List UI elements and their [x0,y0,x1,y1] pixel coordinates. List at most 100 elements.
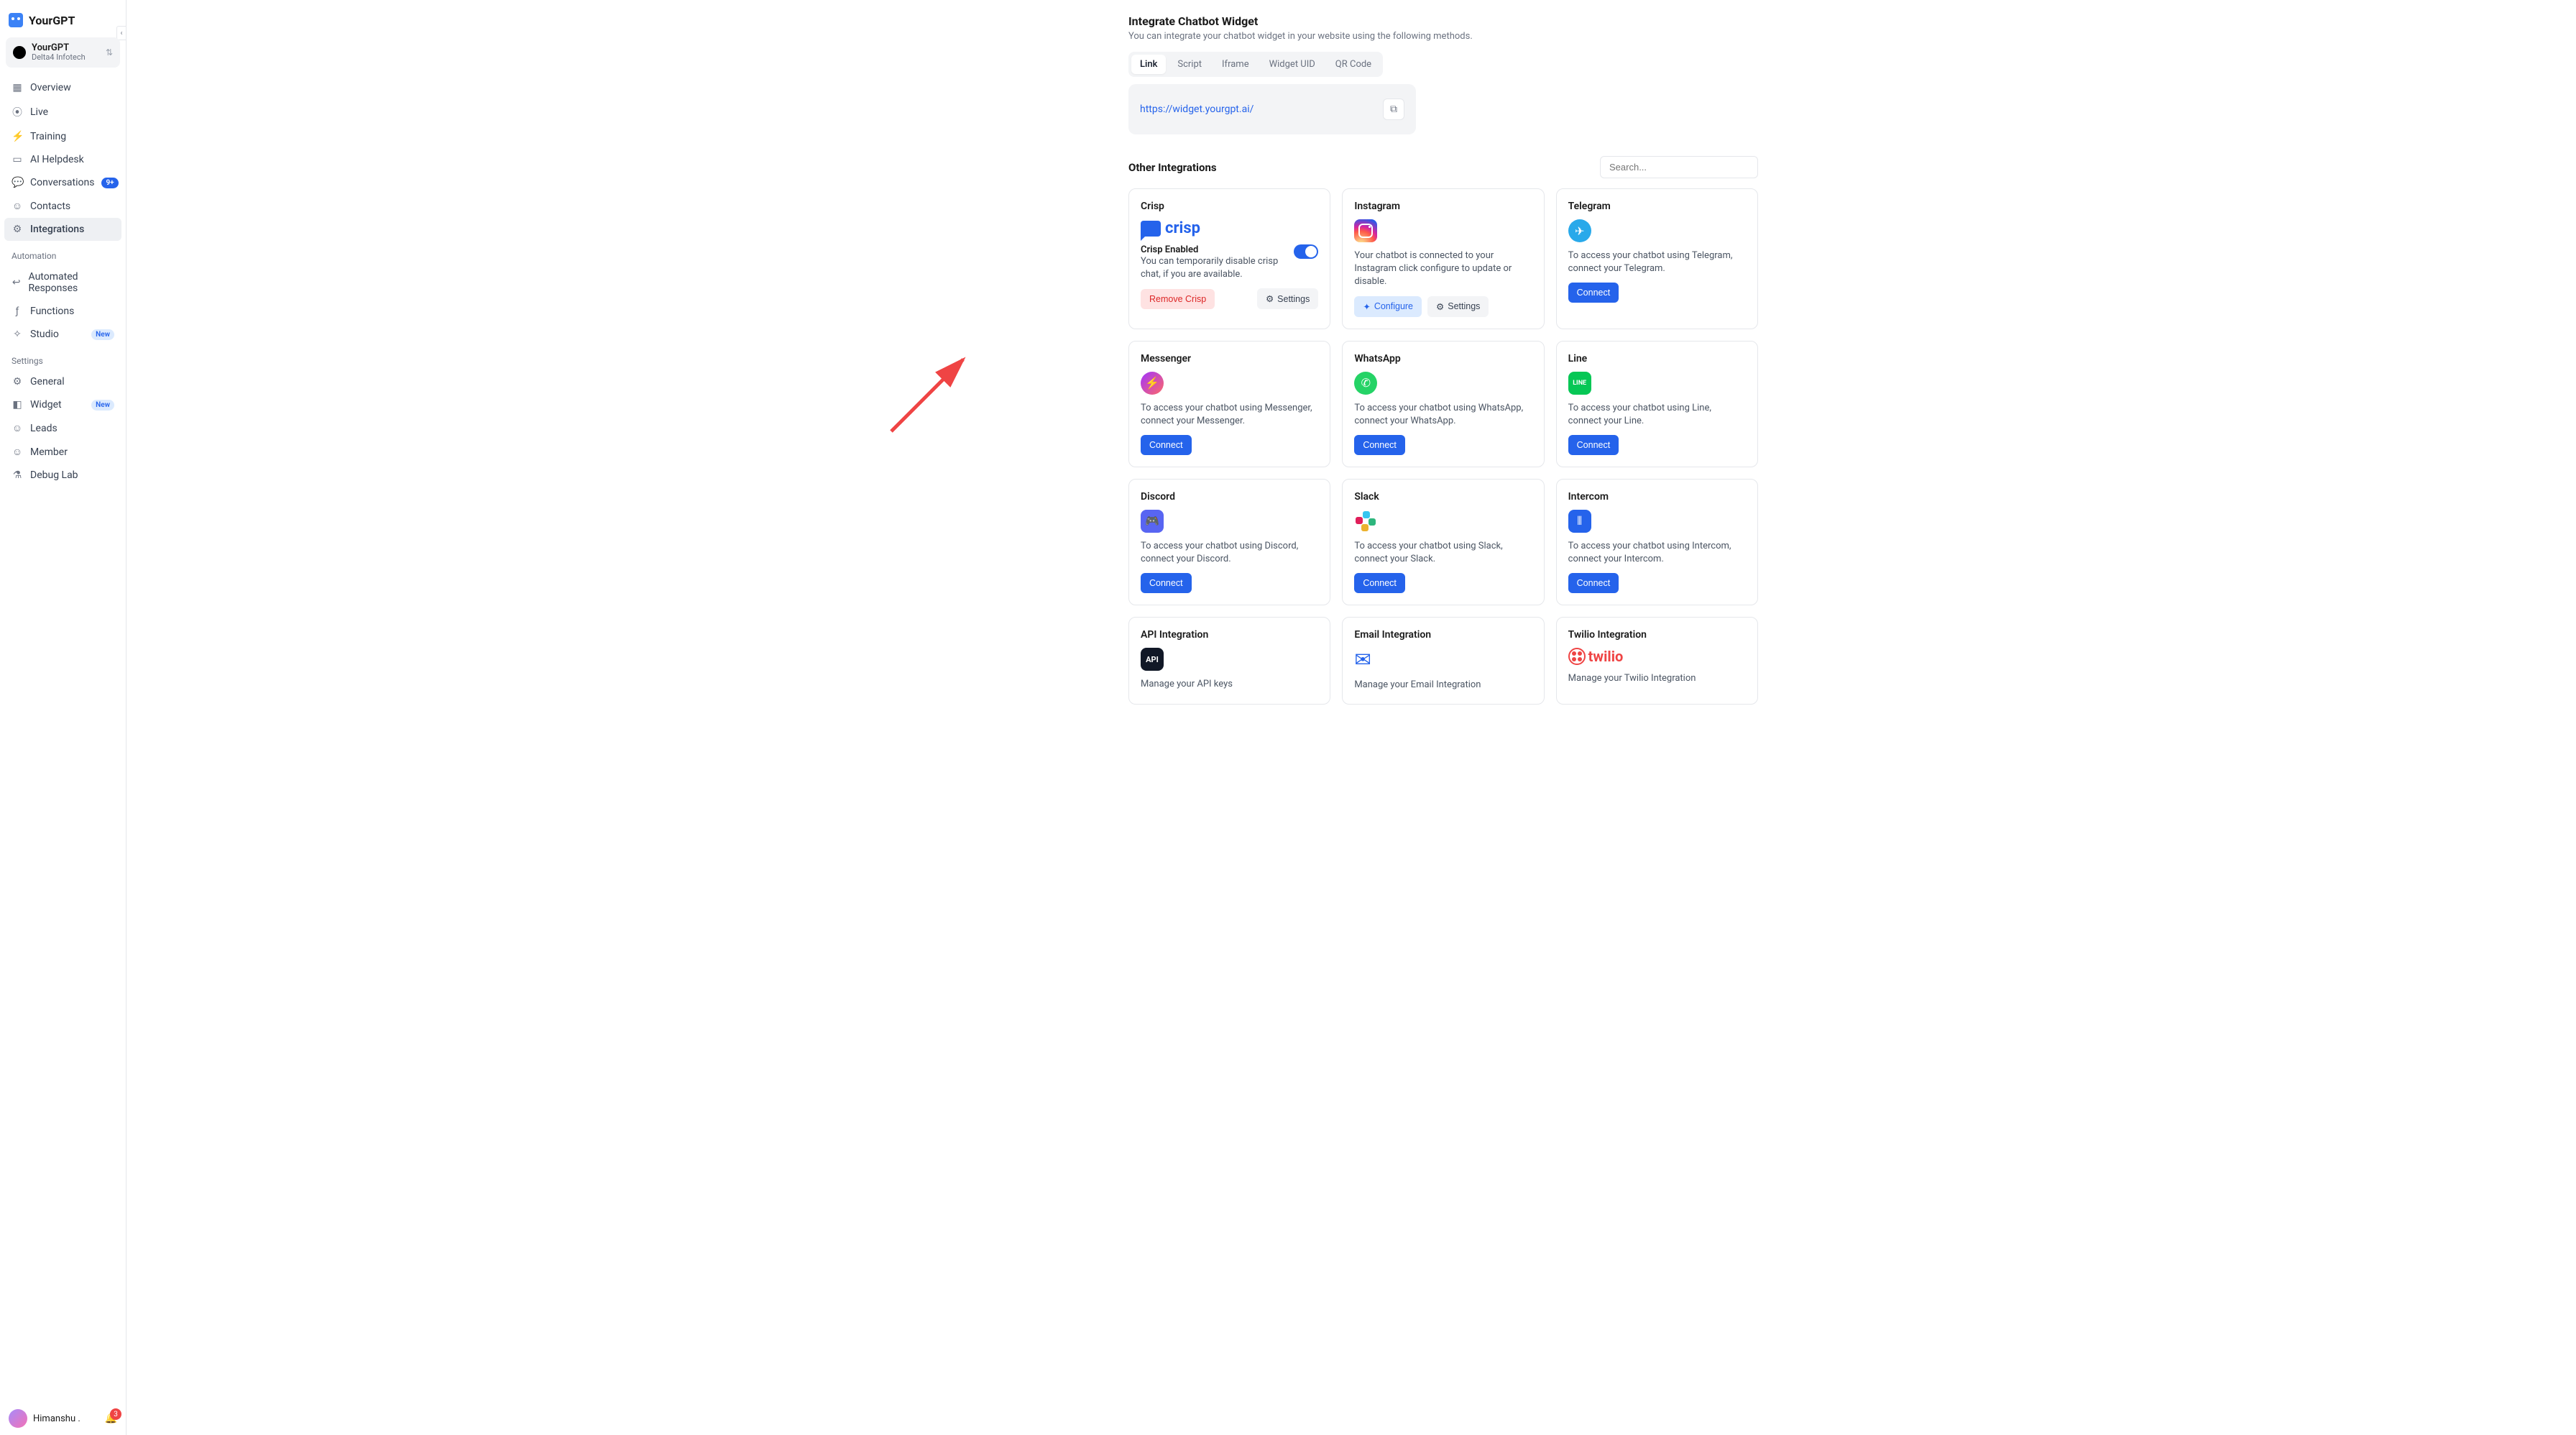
line-title: Line [1568,353,1746,365]
card-crisp: Crisp crisp Crisp Enabled You can tempor… [1128,188,1330,329]
automation-section-label: Automation [4,241,121,265]
nav-widget[interactable]: ◧WidgetNew [4,393,121,416]
gear-icon: ⚙ [12,376,23,388]
email-title: Email Integration [1354,629,1532,641]
chevron-updown-icon: ⇅ [106,47,113,58]
telegram-title: Telegram [1568,201,1746,212]
nav-conversations[interactable]: 💬Conversations9+ [4,171,121,194]
card-twilio: Twilio Integration twilio Manage your Tw… [1556,617,1758,704]
tab-iframe[interactable]: Iframe [1213,55,1258,74]
workspace-icon [13,46,26,59]
leads-icon: ☺ [12,422,23,434]
brand-name: YourGPT [29,14,75,27]
line-connect-button[interactable]: Connect [1568,435,1619,455]
widget-link-box: https://widget.yourgpt.ai/ ⧉ [1128,84,1416,134]
tab-qr-code[interactable]: QR Code [1327,55,1380,74]
user-name: Himanshu . [33,1413,80,1424]
api-desc: Manage your API keys [1141,678,1318,691]
api-icon: API [1141,648,1164,671]
card-instagram: Instagram Your chatbot is connected to y… [1342,188,1544,329]
whatsapp-title: WhatsApp [1354,353,1532,365]
card-whatsapp: WhatsApp ✆ To access your chatbot using … [1342,341,1544,467]
telegram-desc: To access your chatbot using Telegram, c… [1568,249,1746,275]
card-api: API Integration API Manage your API keys [1128,617,1330,704]
instagram-title: Instagram [1354,201,1532,212]
nav-helpdesk[interactable]: ▭AI Helpdesk [4,148,121,171]
card-messenger: Messenger ⚡ To access your chatbot using… [1128,341,1330,467]
discord-connect-button[interactable]: Connect [1141,573,1192,593]
reply-icon: ↩ [12,277,22,288]
intercom-connect-button[interactable]: Connect [1568,573,1619,593]
whatsapp-connect-button[interactable]: Connect [1354,435,1405,455]
email-desc: Manage your Email Integration [1354,679,1532,692]
nav-training[interactable]: ⚡Training [4,125,121,148]
wrench-icon: ✦ [1363,301,1370,312]
intercom-icon: ⦀ [1568,510,1591,533]
nav-overview[interactable]: ▦Overview [4,76,121,99]
intercom-title: Intercom [1568,491,1746,503]
tab-widget-uid[interactable]: Widget UID [1261,55,1324,74]
card-line: Line LINE To access your chatbot using L… [1556,341,1758,467]
copy-button[interactable]: ⧉ [1383,98,1404,120]
notifications-bell[interactable]: 🔔3 [105,1413,117,1424]
brand-logo: YourGPT [0,0,126,35]
slack-connect-button[interactable]: Connect [1354,573,1405,593]
instagram-configure-button[interactable]: ✦Configure [1354,296,1422,317]
integration-tabs: Link Script Iframe Widget UID QR Code [1128,52,1383,77]
remove-crisp-button[interactable]: Remove Crisp [1141,289,1215,309]
live-icon: ⦿ [12,105,23,119]
slack-desc: To access your chatbot using Slack, conn… [1354,540,1532,566]
function-icon: ƒ [12,306,23,317]
twilio-title: Twilio Integration [1568,629,1746,641]
nav-live[interactable]: ⦿Live [4,99,121,125]
discord-desc: To access your chatbot using Discord, co… [1141,540,1318,566]
widget-icon: ◧ [12,399,23,411]
conversations-badge: 9+ [101,178,118,188]
widget-url-link[interactable]: https://widget.yourgpt.ai/ [1140,104,1254,115]
messenger-desc: To access your chatbot using Messenger, … [1141,402,1318,428]
tab-link[interactable]: Link [1131,55,1166,74]
line-desc: To access your chatbot using Line, conne… [1568,402,1746,428]
discord-icon: 🎮 [1141,510,1164,533]
instagram-settings-button[interactable]: ⚙Settings [1427,296,1489,317]
tab-script[interactable]: Script [1169,55,1210,74]
contacts-icon: ☺ [12,200,23,212]
user-row[interactable]: Himanshu . 🔔3 [0,1401,126,1435]
card-intercom: Intercom ⦀ To access your chatbot using … [1556,479,1758,605]
settings-section-label: Settings [4,346,121,370]
search-input[interactable] [1600,156,1758,178]
card-discord: Discord 🎮 To access your chatbot using D… [1128,479,1330,605]
nav-leads[interactable]: ☺Leads [4,416,121,440]
messenger-connect-button[interactable]: Connect [1141,435,1192,455]
crisp-title: Crisp [1141,201,1318,212]
api-title: API Integration [1141,629,1318,641]
card-slack: Slack To access your chatbot using Slack… [1342,479,1544,605]
crisp-toggle[interactable] [1294,244,1318,259]
widget-new-badge: New [91,400,114,411]
nav-contacts[interactable]: ☺Contacts [4,194,121,218]
workspace-switcher[interactable]: YourGPT Delta4 Infotech ⇅ [6,37,120,68]
instagram-desc: Your chatbot is connected to your Instag… [1354,249,1532,289]
slack-icon [1354,510,1377,533]
nav-studio[interactable]: ✧StudioNew [4,323,121,346]
discord-title: Discord [1141,491,1318,503]
nav-integrations[interactable]: ⚙Integrations [4,218,121,241]
messenger-title: Messenger [1141,353,1318,365]
nav-functions[interactable]: ƒFunctions [4,300,121,323]
instagram-icon [1354,219,1377,242]
telegram-connect-button[interactable]: Connect [1568,283,1619,303]
crisp-enabled-desc: You can temporarily disable crisp chat, … [1141,255,1288,281]
nav-debug[interactable]: ⚗Debug Lab [4,464,121,487]
gear-icon: ⚙ [1266,293,1274,304]
grid-icon: ▦ [12,82,23,93]
studio-icon: ✧ [12,329,23,340]
chat-icon: 💬 [12,177,23,188]
whatsapp-desc: To access your chatbot using WhatsApp, c… [1354,402,1532,428]
nav-automated-responses[interactable]: ↩Automated Responses [4,265,121,300]
nav-general[interactable]: ⚙General [4,370,121,393]
crisp-settings-button[interactable]: ⚙Settings [1257,288,1318,309]
nav-member[interactable]: ☺Member [4,440,121,464]
twilio-desc: Manage your Twilio Integration [1568,672,1746,685]
crisp-enabled-title: Crisp Enabled [1141,244,1288,255]
card-telegram: Telegram ✈ To access your chatbot using … [1556,188,1758,329]
